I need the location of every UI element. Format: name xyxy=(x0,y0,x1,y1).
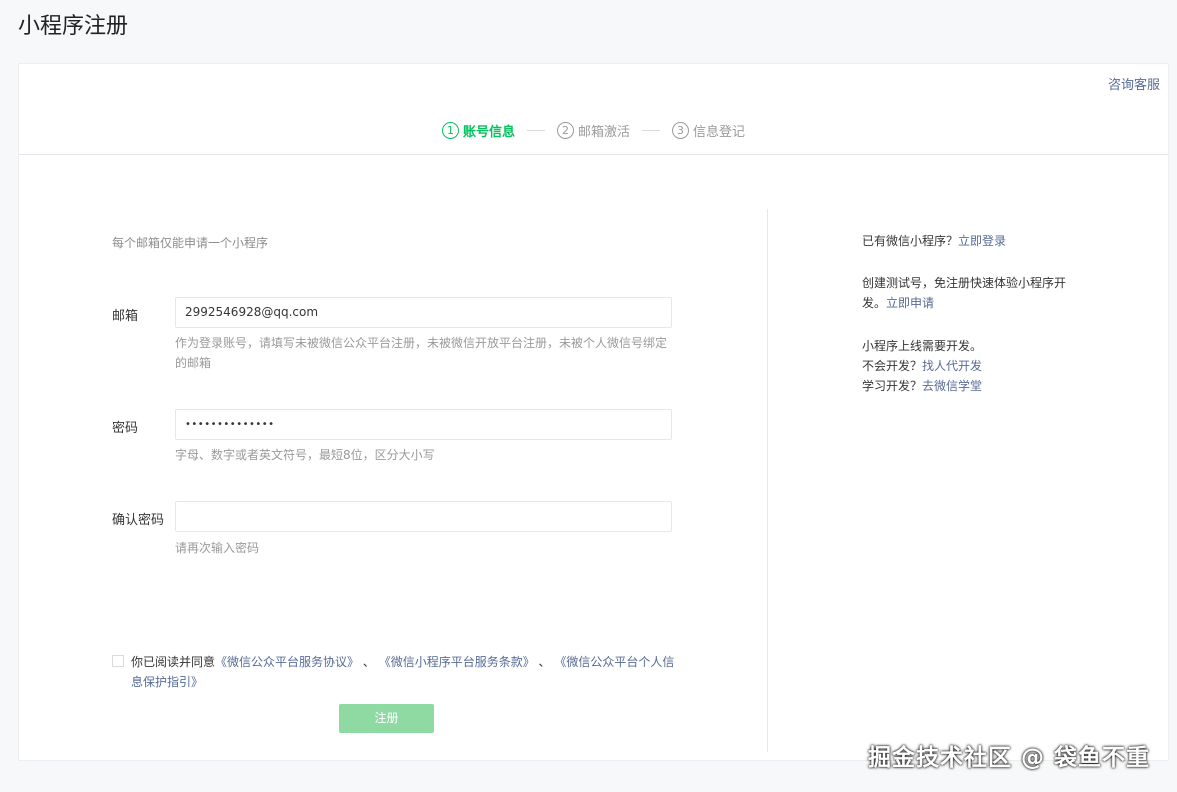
step-account-info: 1 账号信息 xyxy=(441,121,515,140)
step-indicator: 1 账号信息 2 邮箱激活 3 信息登记 xyxy=(19,121,1168,140)
step-number-2: 2 xyxy=(556,122,574,139)
page-title: 小程序注册 xyxy=(18,14,129,39)
side-dev-text: 小程序上线需要开发。 xyxy=(862,339,983,353)
step-connector xyxy=(642,130,660,131)
email-field[interactable]: 2992546928@qq.com xyxy=(175,297,672,328)
consult-link[interactable]: 咨询客服 xyxy=(1108,74,1160,93)
step-label-1: 账号信息 xyxy=(462,125,515,140)
step-info-registration: 3 信息登记 xyxy=(672,121,745,140)
password-hint: 字母、数字或者英文符号，最短8位，区分大小写 xyxy=(175,448,435,462)
agreement-separator: 、 xyxy=(538,655,551,669)
service-terms-link[interactable]: 《微信小程序平台服务条款》 xyxy=(379,655,535,669)
service-agreement-link[interactable]: 《微信公众平台服务协议》 xyxy=(215,655,359,669)
password-field[interactable]: •••••••••••••• xyxy=(175,409,672,440)
confirm-password-label: 确认密码 xyxy=(112,513,165,528)
password-label: 密码 xyxy=(112,421,139,436)
login-link[interactable]: 立即登录 xyxy=(958,234,1006,248)
apply-link[interactable]: 立即申请 xyxy=(886,296,934,310)
wechat-school-link[interactable]: 去微信学堂 xyxy=(922,379,982,393)
learn-dev-text: 学习开发？ xyxy=(862,379,923,393)
header-divider xyxy=(19,154,1168,155)
side-test-row: 创建测试号，免注册快速体验小程序开发。立即申请 xyxy=(862,273,1082,313)
agreement-separator: 、 xyxy=(362,655,375,669)
agreement-prefix: 你已阅读并同意 xyxy=(131,655,216,669)
register-button[interactable]: 注册 xyxy=(339,704,434,733)
column-divider xyxy=(767,209,768,752)
confirm-password-hint: 请再次输入密码 xyxy=(175,541,260,555)
step-label-3: 信息登记 xyxy=(693,125,746,140)
step-number-3: 3 xyxy=(672,122,689,139)
side-login-row: 已有微信小程序？立即登录 xyxy=(862,231,1006,251)
email-hint: 作为登录账号，请填写未被微信公众平台注册，未被微信开放平台注册，未被个人微信号绑… xyxy=(175,336,668,370)
find-developer-link[interactable]: 找人代开发 xyxy=(922,359,982,373)
agree-checkbox[interactable] xyxy=(112,655,124,667)
step-connector xyxy=(526,130,545,131)
email-notice: 每个邮箱仅能申请一个小程序 xyxy=(112,236,269,250)
watermark: 掘金技术社区 @ 袋鱼不重 xyxy=(868,745,1151,771)
has-program-text: 已有微信小程序？ xyxy=(862,234,959,248)
step-email-activation: 2 邮箱激活 xyxy=(556,121,630,140)
email-label: 邮箱 xyxy=(112,309,139,324)
register-card: 咨询客服 1 账号信息 2 邮箱激活 3 信息登记 每个邮箱仅能申请一个小程序 … xyxy=(18,63,1169,761)
confirm-password-field[interactable] xyxy=(175,501,672,532)
step-number-1: 1 xyxy=(441,122,459,139)
no-dev-text: 不会开发？ xyxy=(862,359,923,373)
side-learn-row: 学习开发？去微信学堂 xyxy=(862,376,982,396)
agreement-text: 你已阅读并同意《微信公众平台服务协议》 、 《微信小程序平台服务条款》 、 《微… xyxy=(131,652,676,692)
side-find-dev-row: 不会开发？找人代开发 xyxy=(862,356,982,376)
step-label-2: 邮箱激活 xyxy=(577,125,630,140)
